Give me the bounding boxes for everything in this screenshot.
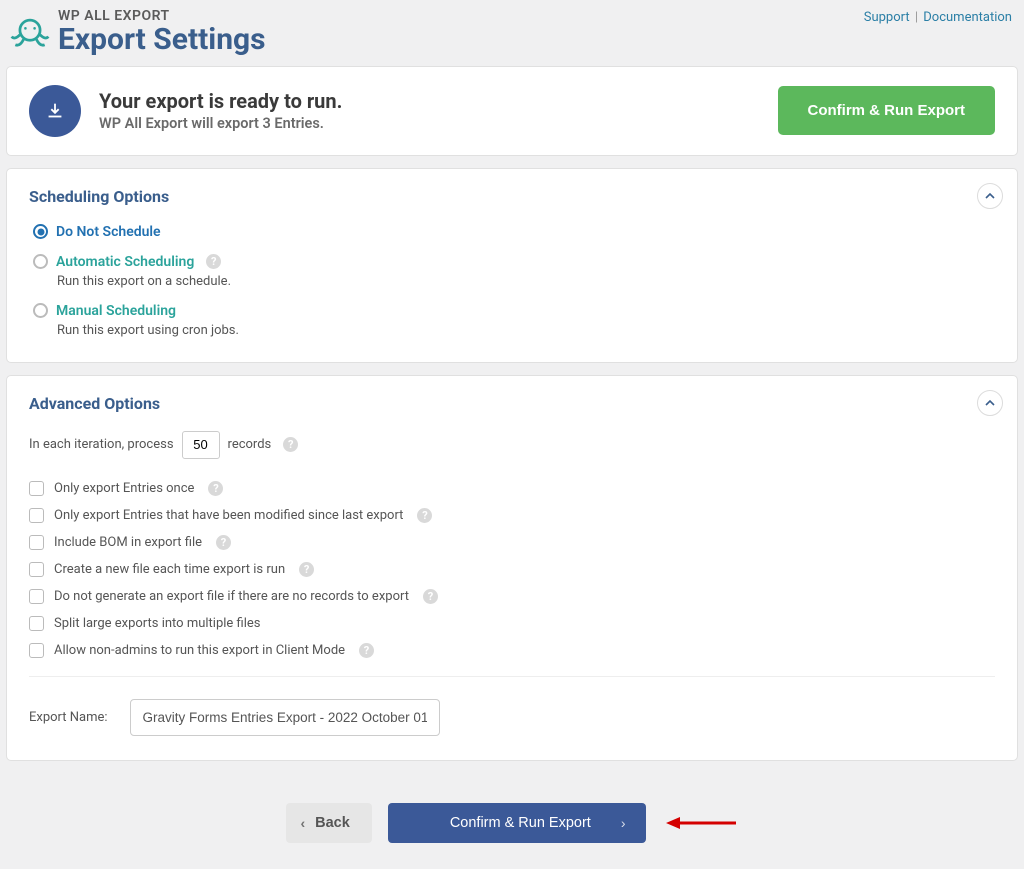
help-icon[interactable]: ? — [359, 643, 374, 658]
chevron-right-icon: › — [621, 815, 626, 831]
run-card-left: Your export is ready to run. WP All Expo… — [29, 85, 342, 137]
checkbox-include-bom[interactable] — [29, 535, 44, 550]
iteration-pre-text: In each iteration, process — [29, 437, 174, 452]
help-icon[interactable]: ? — [216, 535, 231, 550]
confirm-run-export-button-bottom[interactable]: Confirm & Run Export › — [388, 803, 646, 843]
back-label: Back — [315, 815, 350, 831]
radio-manual-scheduling[interactable] — [33, 303, 48, 318]
ready-to-run-card: Your export is ready to run. WP All Expo… — [6, 66, 1018, 156]
checkbox-row-6: Split large exports into multiple files — [29, 616, 995, 631]
checkbox-new-file-each-run-label: Create a new file each time export is ru… — [54, 562, 285, 577]
confirm-run-export-button-top[interactable]: Confirm & Run Export — [778, 86, 996, 135]
export-name-label: Export Name: — [29, 710, 108, 725]
confirm-label: Confirm & Run Export — [450, 815, 591, 831]
checkbox-no-empty-file-label: Do not generate an export file if there … — [54, 589, 409, 604]
checkbox-row-1: Only export Entries once ? — [29, 481, 995, 496]
page-title: Export Settings — [58, 24, 266, 56]
help-icon[interactable]: ? — [299, 562, 314, 577]
bottom-bar: ‹ Back Confirm & Run Export › — [0, 773, 1024, 853]
back-button[interactable]: ‹ Back — [286, 803, 371, 843]
scheduling-collapse-toggle[interactable] — [977, 183, 1003, 209]
automatic-scheduling-desc: Run this export on a schedule. — [57, 274, 995, 289]
export-name-row: Export Name: — [29, 699, 995, 736]
header: WP ALL EXPORT Export Settings Support | … — [0, 0, 1024, 66]
checkbox-new-file-each-run[interactable] — [29, 562, 44, 577]
radio-do-not-schedule-label[interactable]: Do Not Schedule — [56, 224, 161, 240]
advanced-title: Advanced Options — [29, 394, 995, 413]
radio-manual-scheduling-label[interactable]: Manual Scheduling — [56, 303, 176, 319]
help-icon[interactable]: ? — [417, 508, 432, 523]
header-left: WP ALL EXPORT Export Settings — [8, 8, 266, 56]
checkbox-row-4: Create a new file each time export is ru… — [29, 562, 995, 577]
iteration-row: In each iteration, process records ? — [29, 431, 995, 459]
logo-icon — [8, 10, 52, 54]
chevron-left-icon: ‹ — [300, 815, 305, 831]
run-card-subtext: WP All Export will export 3 Entries. — [99, 115, 342, 132]
header-links: Support | Documentation — [864, 10, 1012, 25]
arrow-annotation-icon — [666, 814, 738, 832]
checkbox-row-7: Allow non-admins to run this export in C… — [29, 643, 995, 658]
checkbox-modified-since-last[interactable] — [29, 508, 44, 523]
radio-do-not-schedule[interactable] — [33, 224, 48, 239]
help-icon[interactable]: ? — [206, 254, 221, 269]
radio-automatic-scheduling[interactable] — [33, 254, 48, 269]
checkbox-split-large[interactable] — [29, 616, 44, 631]
section-divider — [29, 676, 995, 677]
scheduling-title: Scheduling Options — [29, 187, 995, 206]
link-separator: | — [915, 10, 918, 25]
advanced-section: Advanced Options In each iteration, proc… — [6, 375, 1018, 761]
scheduling-section: Scheduling Options Do Not Schedule Autom… — [6, 168, 1018, 363]
checkbox-split-large-label: Split large exports into multiple files — [54, 616, 261, 631]
support-link[interactable]: Support — [864, 10, 910, 25]
help-icon[interactable]: ? — [208, 481, 223, 496]
radio-automatic-scheduling-label[interactable]: Automatic Scheduling — [56, 254, 194, 270]
export-name-input[interactable] — [130, 699, 440, 736]
checkbox-modified-since-last-label: Only export Entries that have been modif… — [54, 508, 403, 523]
schedule-radio-manual: Manual Scheduling Run this export using … — [33, 303, 995, 338]
checkbox-only-export-once-label: Only export Entries once — [54, 481, 194, 496]
manual-scheduling-desc: Run this export using cron jobs. — [57, 323, 995, 338]
run-card-text: Your export is ready to run. WP All Expo… — [99, 89, 342, 132]
download-icon — [29, 85, 81, 137]
help-icon[interactable]: ? — [283, 437, 298, 452]
help-icon[interactable]: ? — [423, 589, 438, 604]
documentation-link[interactable]: Documentation — [923, 10, 1012, 25]
checkbox-no-empty-file[interactable] — [29, 589, 44, 604]
schedule-radio-automatic: Automatic Scheduling ? Run this export o… — [33, 254, 995, 289]
checkbox-row-5: Do not generate an export file if there … — [29, 589, 995, 604]
iteration-records-input[interactable] — [182, 431, 220, 459]
iteration-post-text: records — [228, 437, 272, 452]
checkbox-row-3: Include BOM in export file ? — [29, 535, 995, 550]
schedule-radio-do-not: Do Not Schedule — [33, 224, 995, 240]
header-titles: WP ALL EXPORT Export Settings — [58, 8, 266, 56]
run-card-heading: Your export is ready to run. — [99, 89, 342, 113]
checkbox-row-2: Only export Entries that have been modif… — [29, 508, 995, 523]
checkbox-include-bom-label: Include BOM in export file — [54, 535, 202, 550]
checkbox-client-mode-label: Allow non-admins to run this export in C… — [54, 643, 345, 658]
checkbox-client-mode[interactable] — [29, 643, 44, 658]
advanced-collapse-toggle[interactable] — [977, 390, 1003, 416]
checkbox-only-export-once[interactable] — [29, 481, 44, 496]
